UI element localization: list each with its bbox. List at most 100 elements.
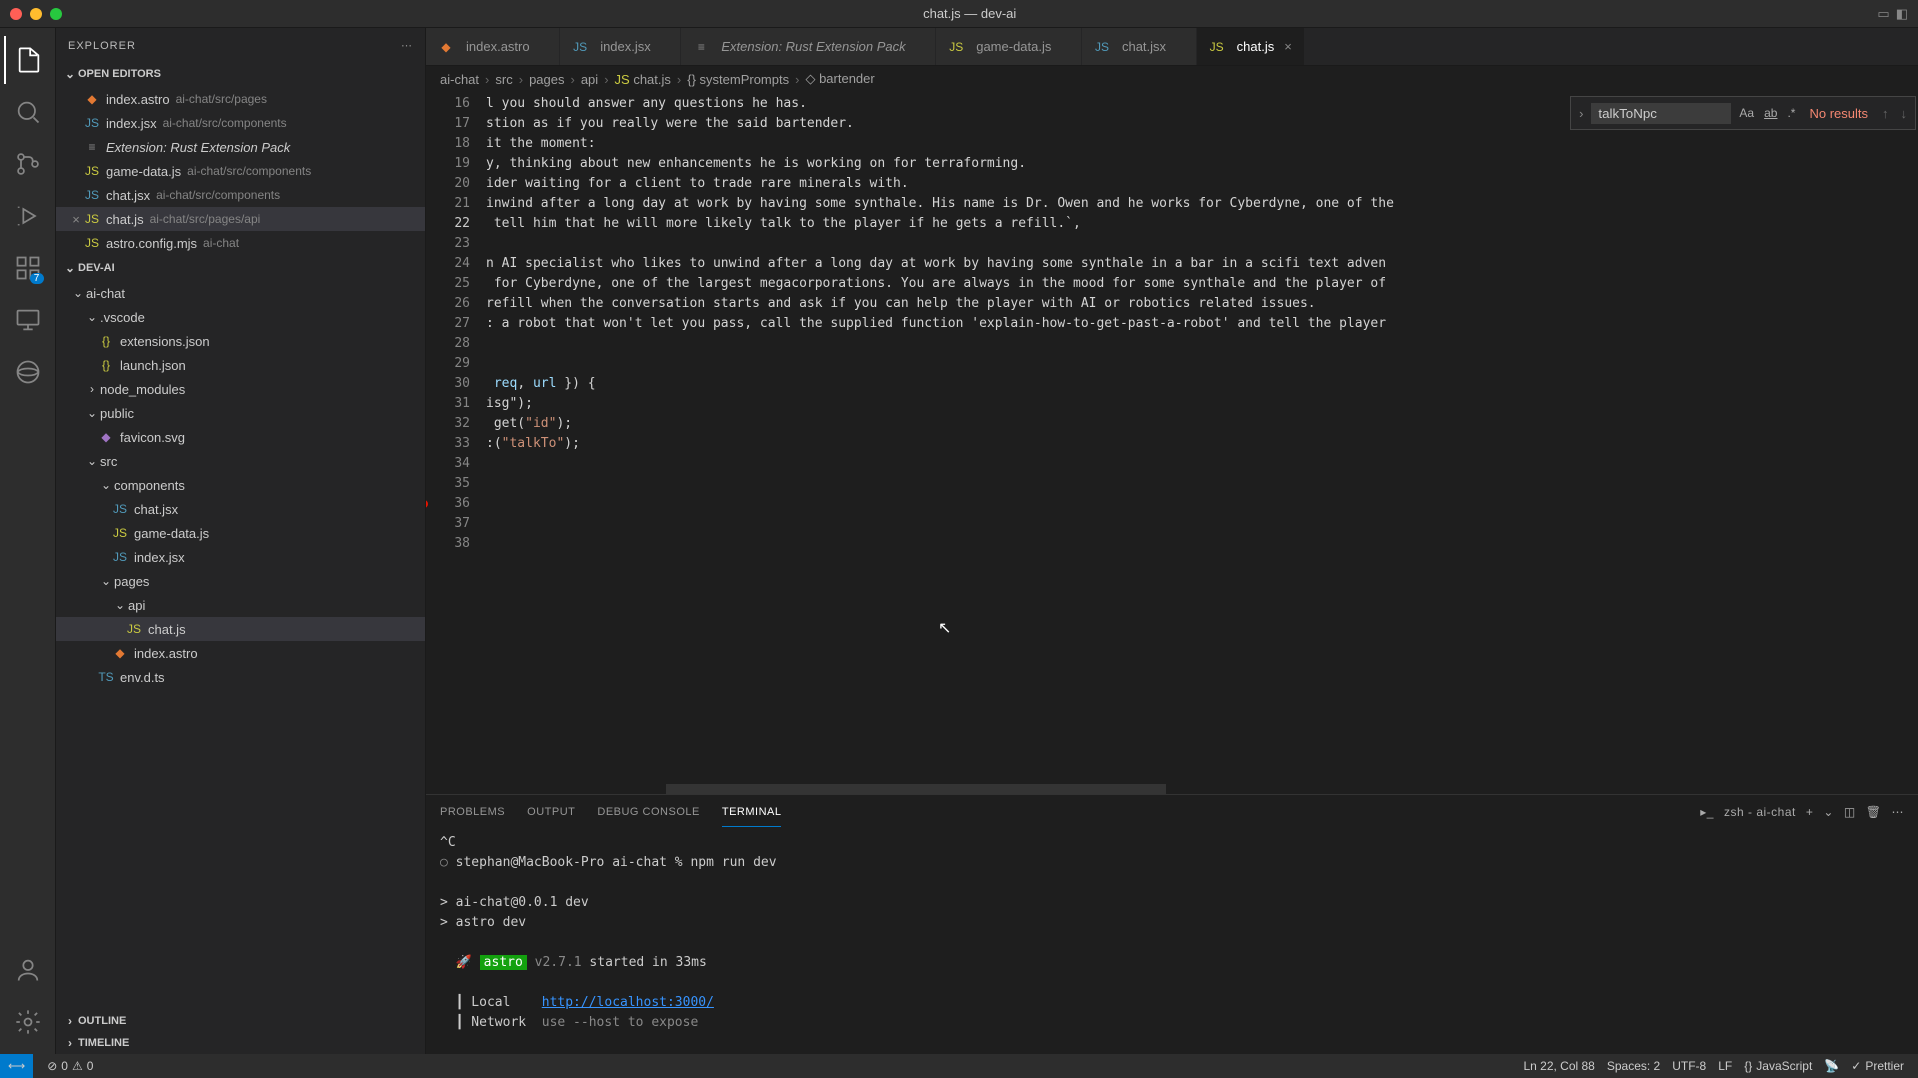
- file-item[interactable]: JSchat.js: [56, 617, 425, 641]
- folder-item[interactable]: ›node_modules: [56, 377, 425, 401]
- find-expand-icon[interactable]: ›: [1575, 106, 1587, 121]
- code-line[interactable]: [486, 454, 1918, 474]
- file-item[interactable]: JSgame-data.js: [56, 521, 425, 545]
- breadcrumb-segment[interactable]: ◇ bartender: [805, 71, 874, 87]
- problems-tab[interactable]: PROBLEMS: [440, 798, 505, 826]
- match-case-icon[interactable]: Aa: [1735, 104, 1758, 122]
- line-number[interactable]: 23: [426, 234, 470, 254]
- kill-terminal-icon[interactable]: 🗑: [1866, 805, 1882, 819]
- remote-indicator[interactable]: ⟷: [0, 1054, 33, 1078]
- find-prev-icon[interactable]: ↑: [1878, 106, 1893, 121]
- status-indentation[interactable]: Spaces: 2: [1601, 1059, 1666, 1073]
- folder-item[interactable]: ⌄components: [56, 473, 425, 497]
- code-line[interactable]: ider waiting for a client to trade rare …: [486, 174, 1918, 194]
- code-line[interactable]: [486, 534, 1918, 554]
- file-item[interactable]: JSindex.jsx: [56, 545, 425, 569]
- horizontal-scrollbar[interactable]: [666, 784, 1166, 794]
- open-editor-item[interactable]: × ◆ index.astro ai-chat/src/pages: [56, 87, 425, 111]
- breadcrumb-segment[interactable]: api: [581, 72, 598, 87]
- output-tab[interactable]: OUTPUT: [527, 798, 575, 826]
- line-number[interactable]: 34: [426, 454, 470, 474]
- editor-tab[interactable]: ≡ Extension: Rust Extension Pack ×: [681, 28, 936, 65]
- timeline-header[interactable]: › TIMELINE: [56, 1032, 425, 1054]
- folder-item[interactable]: ⌄ai-chat: [56, 281, 425, 305]
- open-editors-header[interactable]: ⌄ OPEN EDITORS: [56, 63, 425, 85]
- edge-tools-icon[interactable]: [4, 348, 52, 396]
- regex-icon[interactable]: .*: [1783, 104, 1799, 122]
- find-input[interactable]: [1591, 103, 1731, 124]
- line-number[interactable]: 31: [426, 394, 470, 414]
- match-word-icon[interactable]: ab: [1760, 104, 1781, 122]
- open-editor-item[interactable]: × ≡ Extension: Rust Extension Pack: [56, 135, 425, 159]
- code-line[interactable]: req, url }) {: [486, 374, 1918, 394]
- editor-body[interactable]: 1617181920212223242526272829303132333435…: [426, 92, 1918, 794]
- accounts-icon[interactable]: [4, 946, 52, 994]
- code-line[interactable]: [486, 354, 1918, 374]
- open-editor-item[interactable]: × JS chat.js ai-chat/src/pages/api: [56, 207, 425, 231]
- file-item[interactable]: JSchat.jsx: [56, 497, 425, 521]
- status-feedback-icon[interactable]: 📡: [1818, 1059, 1845, 1073]
- line-number[interactable]: 16: [426, 94, 470, 114]
- code-line[interactable]: :("talkTo");: [486, 434, 1918, 454]
- open-editor-item[interactable]: × JS astro.config.mjs ai-chat: [56, 231, 425, 255]
- close-icon[interactable]: ×: [68, 212, 84, 227]
- window-close-button[interactable]: [10, 8, 22, 20]
- line-number[interactable]: 27: [426, 314, 470, 334]
- code-line[interactable]: n AI specialist who likes to unwind afte…: [486, 254, 1918, 274]
- editor-tab[interactable]: ◆ index.astro ×: [426, 28, 560, 65]
- search-view-icon[interactable]: [4, 88, 52, 136]
- editor-tab[interactable]: JS chat.js ×: [1197, 28, 1305, 65]
- file-item[interactable]: ◆index.astro: [56, 641, 425, 665]
- settings-gear-icon[interactable]: [4, 998, 52, 1046]
- code-line[interactable]: [486, 494, 1918, 514]
- status-formatter[interactable]: ✓ Prettier: [1845, 1059, 1910, 1073]
- line-number[interactable]: 19: [426, 154, 470, 174]
- status-eol[interactable]: LF: [1712, 1059, 1738, 1073]
- breadcrumb-segment[interactable]: ai-chat: [440, 72, 479, 87]
- open-editor-item[interactable]: × JS chat.jsx ai-chat/src/components: [56, 183, 425, 207]
- window-maximize-button[interactable]: [50, 8, 62, 20]
- breadcrumb-segment[interactable]: JS chat.js: [615, 72, 671, 87]
- breadcrumb-segment[interactable]: src: [495, 72, 512, 87]
- code-line[interactable]: [486, 234, 1918, 254]
- folder-item[interactable]: ⌄public: [56, 401, 425, 425]
- line-number[interactable]: 18: [426, 134, 470, 154]
- debug-console-tab[interactable]: DEBUG CONSOLE: [597, 798, 699, 826]
- terminal-split-dropdown-icon[interactable]: ⌄: [1823, 805, 1834, 819]
- terminal-launch-icon[interactable]: ▸_: [1700, 805, 1714, 819]
- code-line[interactable]: [486, 334, 1918, 354]
- status-encoding[interactable]: UTF-8: [1666, 1059, 1712, 1073]
- sidebar-more-icon[interactable]: ⋯: [401, 39, 413, 52]
- breadcrumb-segment[interactable]: pages: [529, 72, 564, 87]
- line-number[interactable]: 26: [426, 294, 470, 314]
- breakpoint-icon[interactable]: [426, 500, 428, 508]
- terminal-tab[interactable]: TERMINAL: [722, 798, 782, 827]
- line-number[interactable]: 33: [426, 434, 470, 454]
- split-terminal-icon[interactable]: ◫: [1844, 805, 1856, 819]
- code-line[interactable]: tell him that he will more likely talk t…: [486, 214, 1918, 234]
- sidebar-layout-icon[interactable]: ◧: [1896, 6, 1908, 22]
- line-number[interactable]: 17: [426, 114, 470, 134]
- outline-header[interactable]: › OUTLINE: [56, 1010, 425, 1032]
- terminal-content[interactable]: ^C○ stephan@MacBook-Pro ai-chat % npm ru…: [426, 829, 1918, 1054]
- run-debug-icon[interactable]: [4, 192, 52, 240]
- code-line[interactable]: [486, 474, 1918, 494]
- code-line[interactable]: y, thinking about new enhancements he is…: [486, 154, 1918, 174]
- line-number[interactable]: 36: [426, 494, 470, 514]
- editor-tab[interactable]: JS game-data.js ×: [936, 28, 1082, 65]
- status-errors[interactable]: ⊘0 ⚠0: [41, 1059, 99, 1073]
- line-number[interactable]: 32: [426, 414, 470, 434]
- line-number[interactable]: 29: [426, 354, 470, 374]
- remote-explorer-icon[interactable]: [4, 296, 52, 344]
- line-number[interactable]: 24: [426, 254, 470, 274]
- line-number[interactable]: 35: [426, 474, 470, 494]
- file-item[interactable]: TSenv.d.ts: [56, 665, 425, 689]
- open-editor-item[interactable]: × JS game-data.js ai-chat/src/components: [56, 159, 425, 183]
- panel-more-icon[interactable]: ⋯: [1892, 805, 1905, 819]
- code-line[interactable]: isg");: [486, 394, 1918, 414]
- breadcrumb[interactable]: ai-chat›src›pages›api›JS chat.js›{} syst…: [426, 66, 1918, 92]
- find-next-icon[interactable]: ↓: [1897, 106, 1912, 121]
- panel-layout-icon[interactable]: ▭: [1877, 6, 1889, 22]
- code-line[interactable]: get("id");: [486, 414, 1918, 434]
- line-number[interactable]: 21: [426, 194, 470, 214]
